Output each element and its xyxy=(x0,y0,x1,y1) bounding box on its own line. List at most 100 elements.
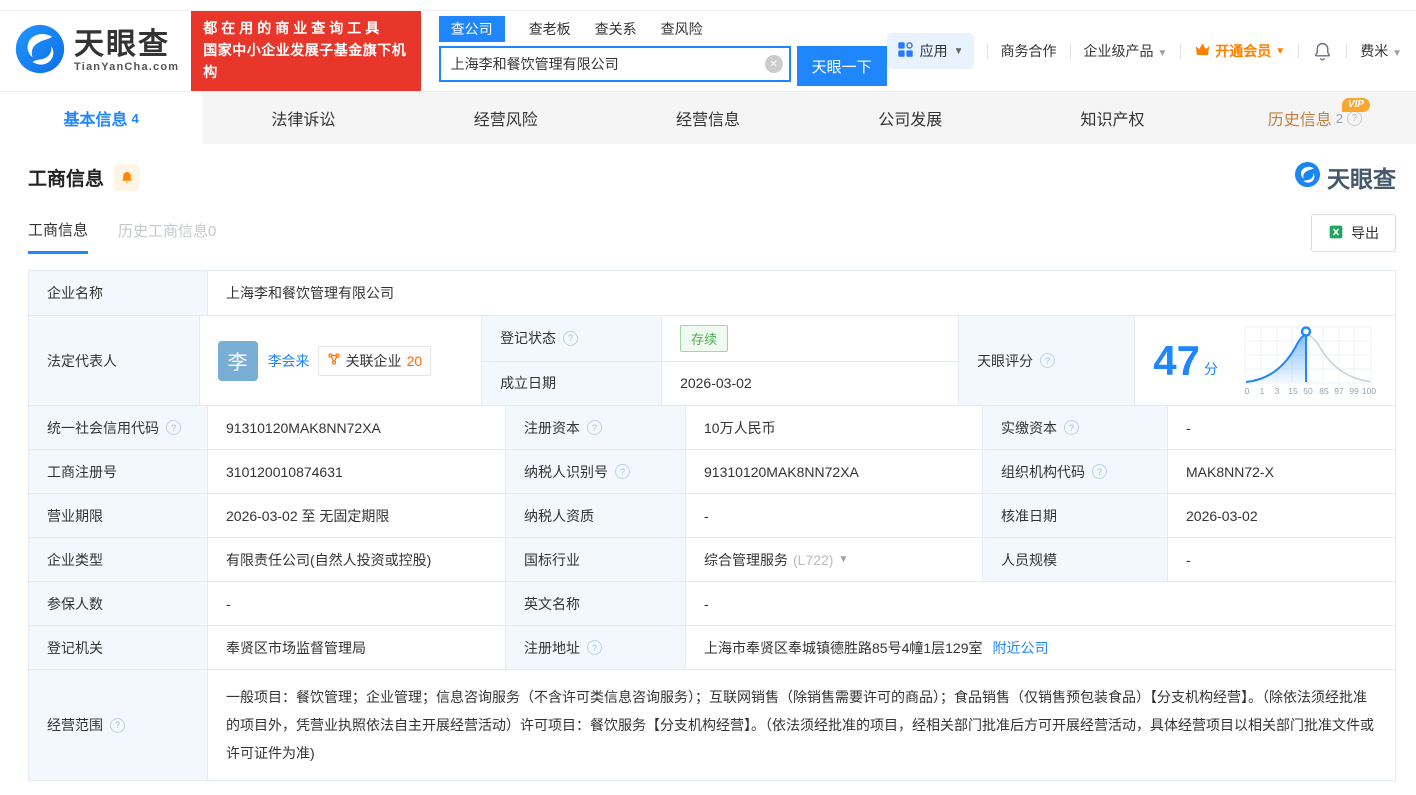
export-button[interactable]: 导出 xyxy=(1311,214,1396,252)
table-row: 统一社会信用代码? 91310120MAK8NN72XA 注册资本? 10万人民… xyxy=(29,405,1395,449)
monitor-bell-icon[interactable] xyxy=(114,164,139,191)
field-label: 参保人数 xyxy=(29,582,207,625)
chevron-down-icon: ▼ xyxy=(1157,48,1167,59)
field-label: 实缴资本? xyxy=(982,406,1167,449)
site-header: 天眼查 TianYanCha.com 都在用的商业查询工具 国家中小企业发展子基… xyxy=(0,11,1416,91)
field-label: 纳税人识别号? xyxy=(505,450,685,493)
help-icon[interactable]: ? xyxy=(563,331,578,346)
help-icon[interactable]: ? xyxy=(615,464,630,479)
tab-history-info[interactable]: 历史信息 2 ? VIP xyxy=(1214,92,1416,144)
help-icon[interactable]: ? xyxy=(587,640,602,655)
staff-size-value: - xyxy=(1167,538,1395,581)
section-title: 工商信息 xyxy=(28,164,104,191)
help-icon[interactable]: ? xyxy=(587,420,602,435)
business-cooperation-link[interactable]: 商务合作 xyxy=(1001,41,1057,61)
insured-count-value: - xyxy=(207,582,505,625)
field-label: 人员规模 xyxy=(982,538,1167,581)
open-membership-menu[interactable]: 开通会员 ▼ xyxy=(1194,41,1285,61)
page-top-divider xyxy=(0,0,1416,11)
table-row: 经营范围? 一般项目：餐饮管理；企业管理；信息咨询服务（不含许可类信息咨询服务）… xyxy=(29,669,1395,780)
business-info-table: 企业名称 上海李和餐饮管理有限公司 法定代表人 李 李会来 关联企业 20 xyxy=(28,270,1396,781)
subtab-history-business-info[interactable]: 历史工商信息0 xyxy=(118,220,216,252)
field-label: 注册资本? xyxy=(505,406,685,449)
tab-company-development[interactable]: 公司发展 xyxy=(809,92,1011,144)
field-label: 天眼评分? xyxy=(958,316,1134,405)
field-label: 注册地址? xyxy=(505,626,685,669)
taxpayer-quality-value: - xyxy=(685,494,982,537)
help-icon[interactable]: ? xyxy=(1092,464,1107,479)
reg-address-cell: 上海市奉贤区奉城镇德胜路85号4幢1层129室 附近公司 xyxy=(685,626,1395,669)
help-icon[interactable]: ? xyxy=(1064,420,1079,435)
table-row: 企业类型 有限责任公司(自然人投资或控股) 国标行业 综合管理服务 (L722)… xyxy=(29,537,1395,581)
search-tab-boss[interactable]: 查老板 xyxy=(529,16,571,42)
search-input[interactable] xyxy=(439,46,791,82)
svg-text:100: 100 xyxy=(1362,386,1376,396)
username: 费米 xyxy=(1360,43,1388,59)
field-label: 登记状态? xyxy=(481,316,661,361)
help-icon[interactable]: ? xyxy=(1347,111,1362,126)
field-label: 经营范围? xyxy=(29,670,207,780)
notifications-bell-icon[interactable] xyxy=(1312,41,1333,62)
help-icon[interactable]: ? xyxy=(110,718,125,733)
table-row: 登记机关 奉贤区市场监督管理局 注册地址? 上海市奉贤区奉城镇德胜路85号4幢1… xyxy=(29,625,1395,669)
tab-basic-info[interactable]: 基本信息 4 xyxy=(0,92,202,144)
legal-rep-cell: 李 李会来 关联企业 20 xyxy=(199,316,482,405)
promo-line-1: 都在用的商业查询工具 xyxy=(203,18,408,40)
reg-address-value: 上海市奉贤区奉城镇德胜路85号4幢1层129室 xyxy=(704,638,983,658)
svg-text:99: 99 xyxy=(1349,386,1359,396)
user-account-menu[interactable]: 费米 ▼ xyxy=(1360,41,1402,61)
subtab-business-info[interactable]: 工商信息 xyxy=(28,219,88,254)
field-label: 组织机构代码? xyxy=(982,450,1167,493)
paid-capital-value: - xyxy=(1167,406,1395,449)
score-value: 47 xyxy=(1153,340,1200,382)
promo-line-2: 国家中小企业发展子基金旗下机构 xyxy=(203,40,408,83)
tab-operating-risk[interactable]: 经营风险 xyxy=(405,92,607,144)
enterprise-products-menu[interactable]: 企业级产品 ▼ xyxy=(1084,41,1168,61)
nearby-companies-link[interactable]: 附近公司 xyxy=(993,638,1049,658)
field-label: 统一社会信用代码? xyxy=(29,406,207,449)
field-label: 企业名称 xyxy=(29,271,207,315)
clear-search-icon[interactable]: ✕ xyxy=(765,55,783,73)
field-label: 国标行业 xyxy=(505,538,685,581)
industry-value[interactable]: 综合管理服务 (L722) ▼ xyxy=(685,538,982,581)
field-label: 成立日期 xyxy=(481,362,661,406)
svg-text:85: 85 xyxy=(1319,386,1329,396)
help-icon[interactable]: ? xyxy=(1040,353,1055,368)
field-label: 英文名称 xyxy=(505,582,685,625)
field-label: 企业类型 xyxy=(29,538,207,581)
apps-grid-icon xyxy=(897,41,914,61)
score-distribution-chart: 0 1 3 15 50 85 97 99 100 xyxy=(1240,321,1377,400)
search-tab-relation[interactable]: 查关系 xyxy=(595,16,637,42)
excel-icon xyxy=(1328,224,1344,243)
promo-banner: 都在用的商业查询工具 国家中小企业发展子基金旗下机构 xyxy=(191,11,420,90)
vip-badge: VIP xyxy=(1342,98,1370,112)
search-button[interactable]: 天眼一下 xyxy=(797,46,887,86)
apps-menu[interactable]: 应用 ▼ xyxy=(887,33,974,69)
table-row: 营业期限 2026-03-02 至 无固定期限 纳税人资质 - 核准日期 202… xyxy=(29,493,1395,537)
avatar[interactable]: 李 xyxy=(218,341,258,381)
tab-legal-proceedings[interactable]: 法律诉讼 xyxy=(202,92,404,144)
related-companies-badge[interactable]: 关联企业 20 xyxy=(318,346,432,376)
crown-icon xyxy=(1194,42,1211,60)
field-label: 法定代表人 xyxy=(29,316,199,405)
table-row: 企业名称 上海李和餐饮管理有限公司 xyxy=(29,271,1395,315)
reg-number-value: 310120010874631 xyxy=(207,450,505,493)
credit-code-value: 91310120MAK8NN72XA xyxy=(207,406,505,449)
search-tab-company[interactable]: 查公司 xyxy=(439,16,505,42)
svg-text:1: 1 xyxy=(1260,386,1265,396)
search-tab-risk[interactable]: 查风险 xyxy=(661,16,703,42)
org-code-value: MAK8NN72-X xyxy=(1167,450,1395,493)
table-row: 参保人数 - 英文名称 - xyxy=(29,581,1395,625)
table-row: 工商注册号 310120010874631 纳税人识别号? 91310120MA… xyxy=(29,449,1395,493)
tab-intellectual-property[interactable]: 知识产权 xyxy=(1011,92,1213,144)
legal-rep-link[interactable]: 李会来 xyxy=(268,351,310,371)
svg-text:0: 0 xyxy=(1245,386,1250,396)
tab-operating-info[interactable]: 经营信息 xyxy=(607,92,809,144)
field-label: 核准日期 xyxy=(982,494,1167,537)
help-icon[interactable]: ? xyxy=(166,420,181,435)
business-scope-value: 一般项目：餐饮管理；企业管理；信息咨询服务（不含许可类信息咨询服务）；互联网销售… xyxy=(207,670,1395,780)
tianyancha-logo[interactable]: 天眼查 TianYanCha.com xyxy=(14,23,179,80)
svg-text:15: 15 xyxy=(1288,386,1298,396)
brand-name: 天眼查 xyxy=(74,29,179,61)
svg-text:97: 97 xyxy=(1334,386,1344,396)
